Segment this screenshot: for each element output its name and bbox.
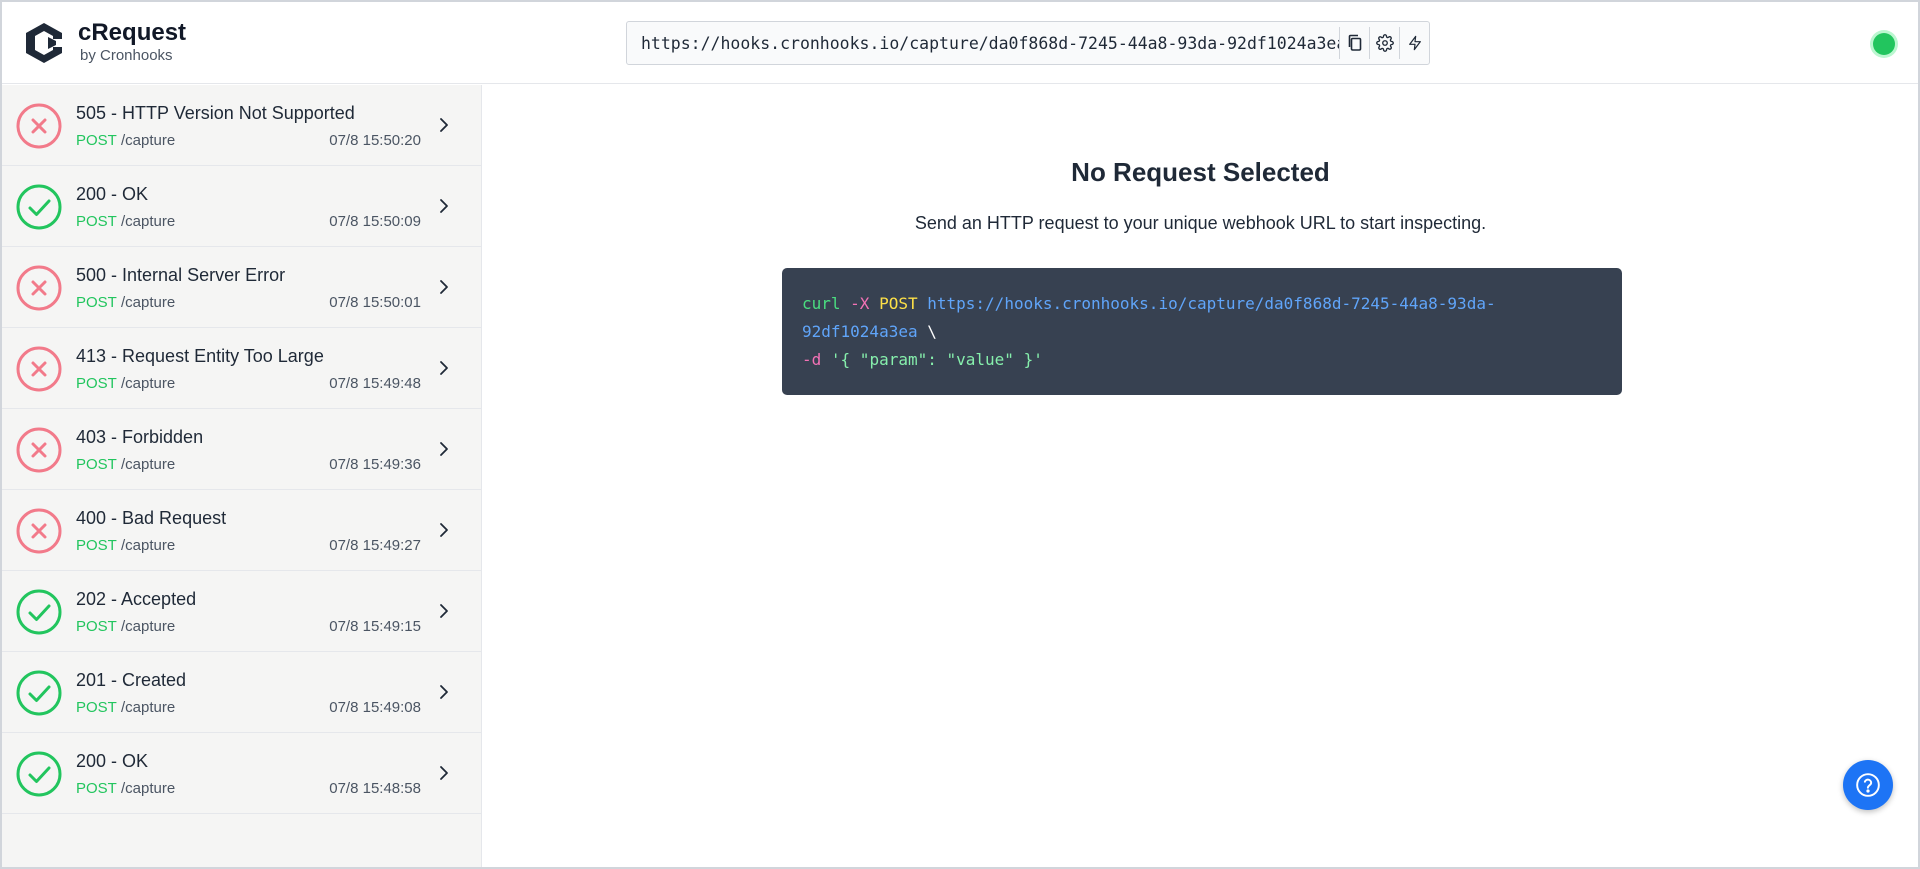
- code-flag-d: -d: [802, 350, 822, 369]
- empty-state-title: No Request Selected: [1071, 157, 1330, 187]
- webhook-url[interactable]: https://hooks.cronhooks.io/capture/da0f8…: [627, 34, 1339, 53]
- request-timestamp: 07/8 15:50:20: [329, 132, 421, 149]
- request-list-item[interactable]: 200 - OK POST/capture 07/8 15:50:09: [2, 166, 481, 247]
- request-method: POST: [76, 375, 117, 392]
- app-title: cRequest: [78, 19, 187, 46]
- chevron-right-icon: [440, 604, 448, 618]
- app-subtitle: by Cronhooks: [80, 47, 173, 64]
- curl-example-code[interactable]: curl -X POST https://hooks.cronhooks.io/…: [782, 268, 1622, 395]
- request-list-item[interactable]: 403 - Forbidden POST/capture 07/8 15:49:36: [2, 409, 481, 490]
- code-url-part2: 92df1024a3ea: [802, 322, 918, 341]
- x-circle-icon: [16, 508, 62, 554]
- request-status-title: 413 - Request Entity Too Large: [76, 346, 324, 366]
- code-payload: '{ "param": "value" }': [830, 350, 1043, 369]
- chevron-right-icon: [440, 361, 448, 375]
- request-timestamp: 07/8 15:49:08: [329, 699, 421, 716]
- crequest-logo-icon: [26, 23, 62, 63]
- request-method: POST: [76, 456, 117, 473]
- code-method: POST: [879, 294, 918, 313]
- request-status-title: 202 - Accepted: [76, 589, 197, 609]
- request-path: /capture: [121, 132, 176, 149]
- webhook-url-bar: https://hooks.cronhooks.io/capture/da0f8…: [626, 21, 1430, 65]
- app-window: cRequest by Cronhooks https://hooks.cron…: [0, 0, 1920, 869]
- top-header: cRequest by Cronhooks https://hooks.cron…: [2, 2, 1918, 84]
- check-circle-icon: [16, 589, 62, 635]
- request-path: /capture: [121, 294, 176, 311]
- check-circle-icon: [16, 670, 62, 716]
- x-circle-icon: [16, 346, 62, 392]
- request-path: /capture: [121, 699, 176, 716]
- request-method: POST: [76, 699, 117, 716]
- chevron-right-icon: [440, 442, 448, 456]
- request-list-item[interactable]: 400 - Bad Request POST/capture 07/8 15:49:…: [2, 490, 481, 571]
- code-url-part1: https://hooks.cronhooks.io/capture/da0f8…: [927, 294, 1496, 313]
- code-flag-x: -X: [850, 294, 870, 313]
- x-circle-icon: [16, 103, 62, 149]
- question-circle-icon: [1856, 773, 1880, 797]
- request-method: POST: [76, 618, 117, 635]
- x-circle-icon: [16, 265, 62, 311]
- request-status-title: 201 - Created: [76, 670, 187, 690]
- chevron-right-icon: [440, 766, 448, 780]
- request-status-title: 200 - OK: [76, 184, 149, 204]
- chevron-right-icon: [440, 523, 448, 537]
- request-list: 505 - HTTP Version Not Supported POST/cap…: [2, 85, 482, 867]
- request-list-item[interactable]: 505 - HTTP Version Not Supported POST/cap…: [2, 85, 481, 166]
- request-method: POST: [76, 132, 117, 149]
- request-list-item[interactable]: 202 - Accepted POST/capture 07/8 15:49:15: [2, 571, 481, 652]
- request-path: /capture: [121, 456, 176, 473]
- request-status-title: 505 - HTTP Version Not Supported: [76, 103, 355, 123]
- request-status-title: 400 - Bad Request: [76, 508, 227, 528]
- copy-icon: [1348, 34, 1361, 51]
- empty-state-description: Send an HTTP request to your unique webh…: [914, 213, 1487, 233]
- chevron-right-icon: [440, 685, 448, 699]
- request-timestamp: 07/8 15:50:09: [329, 213, 421, 230]
- request-status-title: 200 - OK: [76, 751, 149, 771]
- request-path: /capture: [121, 375, 176, 392]
- chevron-right-icon: [440, 280, 448, 294]
- x-circle-icon: [16, 427, 62, 473]
- chevron-right-icon: [440, 199, 448, 213]
- gear-icon: [1375, 34, 1394, 52]
- request-method: POST: [76, 780, 117, 797]
- brand[interactable]: cRequest by Cronhooks: [22, 20, 186, 66]
- settings-button[interactable]: [1369, 27, 1399, 59]
- check-circle-icon: [16, 751, 62, 797]
- request-path: /capture: [121, 618, 176, 635]
- chevron-right-icon: [440, 118, 448, 132]
- request-list-item[interactable]: 413 - Request Entity Too Large POST/captu…: [2, 328, 481, 409]
- request-status-title: 500 - Internal Server Error: [76, 265, 286, 285]
- request-method: POST: [76, 213, 117, 230]
- request-timestamp: 07/8 15:48:58: [329, 780, 421, 797]
- request-timestamp: 07/8 15:49:27: [329, 537, 421, 554]
- main-panel: No Request Selected Send an HTTP request…: [483, 85, 1918, 867]
- code-continuation: \: [927, 322, 937, 341]
- copy-url-button[interactable]: [1339, 27, 1369, 59]
- connection-status-indicator: [1873, 33, 1895, 55]
- request-timestamp: 07/8 15:49:36: [329, 456, 421, 473]
- request-list-item[interactable]: 200 - OK POST/capture 07/8 15:48:58: [2, 733, 481, 814]
- request-timestamp: 07/8 15:49:48: [329, 375, 421, 392]
- bolt-icon: [1408, 35, 1421, 51]
- request-status-title: 403 - Forbidden: [76, 427, 204, 447]
- request-timestamp: 07/8 15:49:15: [329, 618, 421, 635]
- request-path: /capture: [121, 537, 176, 554]
- check-circle-icon: [16, 184, 62, 230]
- help-button[interactable]: [1843, 760, 1893, 810]
- request-path: /capture: [121, 780, 176, 797]
- request-method: POST: [76, 294, 117, 311]
- code-cmd: curl: [802, 294, 841, 313]
- request-path: /capture: [121, 213, 176, 230]
- request-list-item[interactable]: 201 - Created POST/capture 07/8 15:49:08: [2, 652, 481, 733]
- request-method: POST: [76, 537, 117, 554]
- request-list-item[interactable]: 500 - Internal Server Error POST/capture 0…: [2, 247, 481, 328]
- request-timestamp: 07/8 15:50:01: [329, 294, 421, 311]
- trigger-button[interactable]: [1399, 27, 1429, 59]
